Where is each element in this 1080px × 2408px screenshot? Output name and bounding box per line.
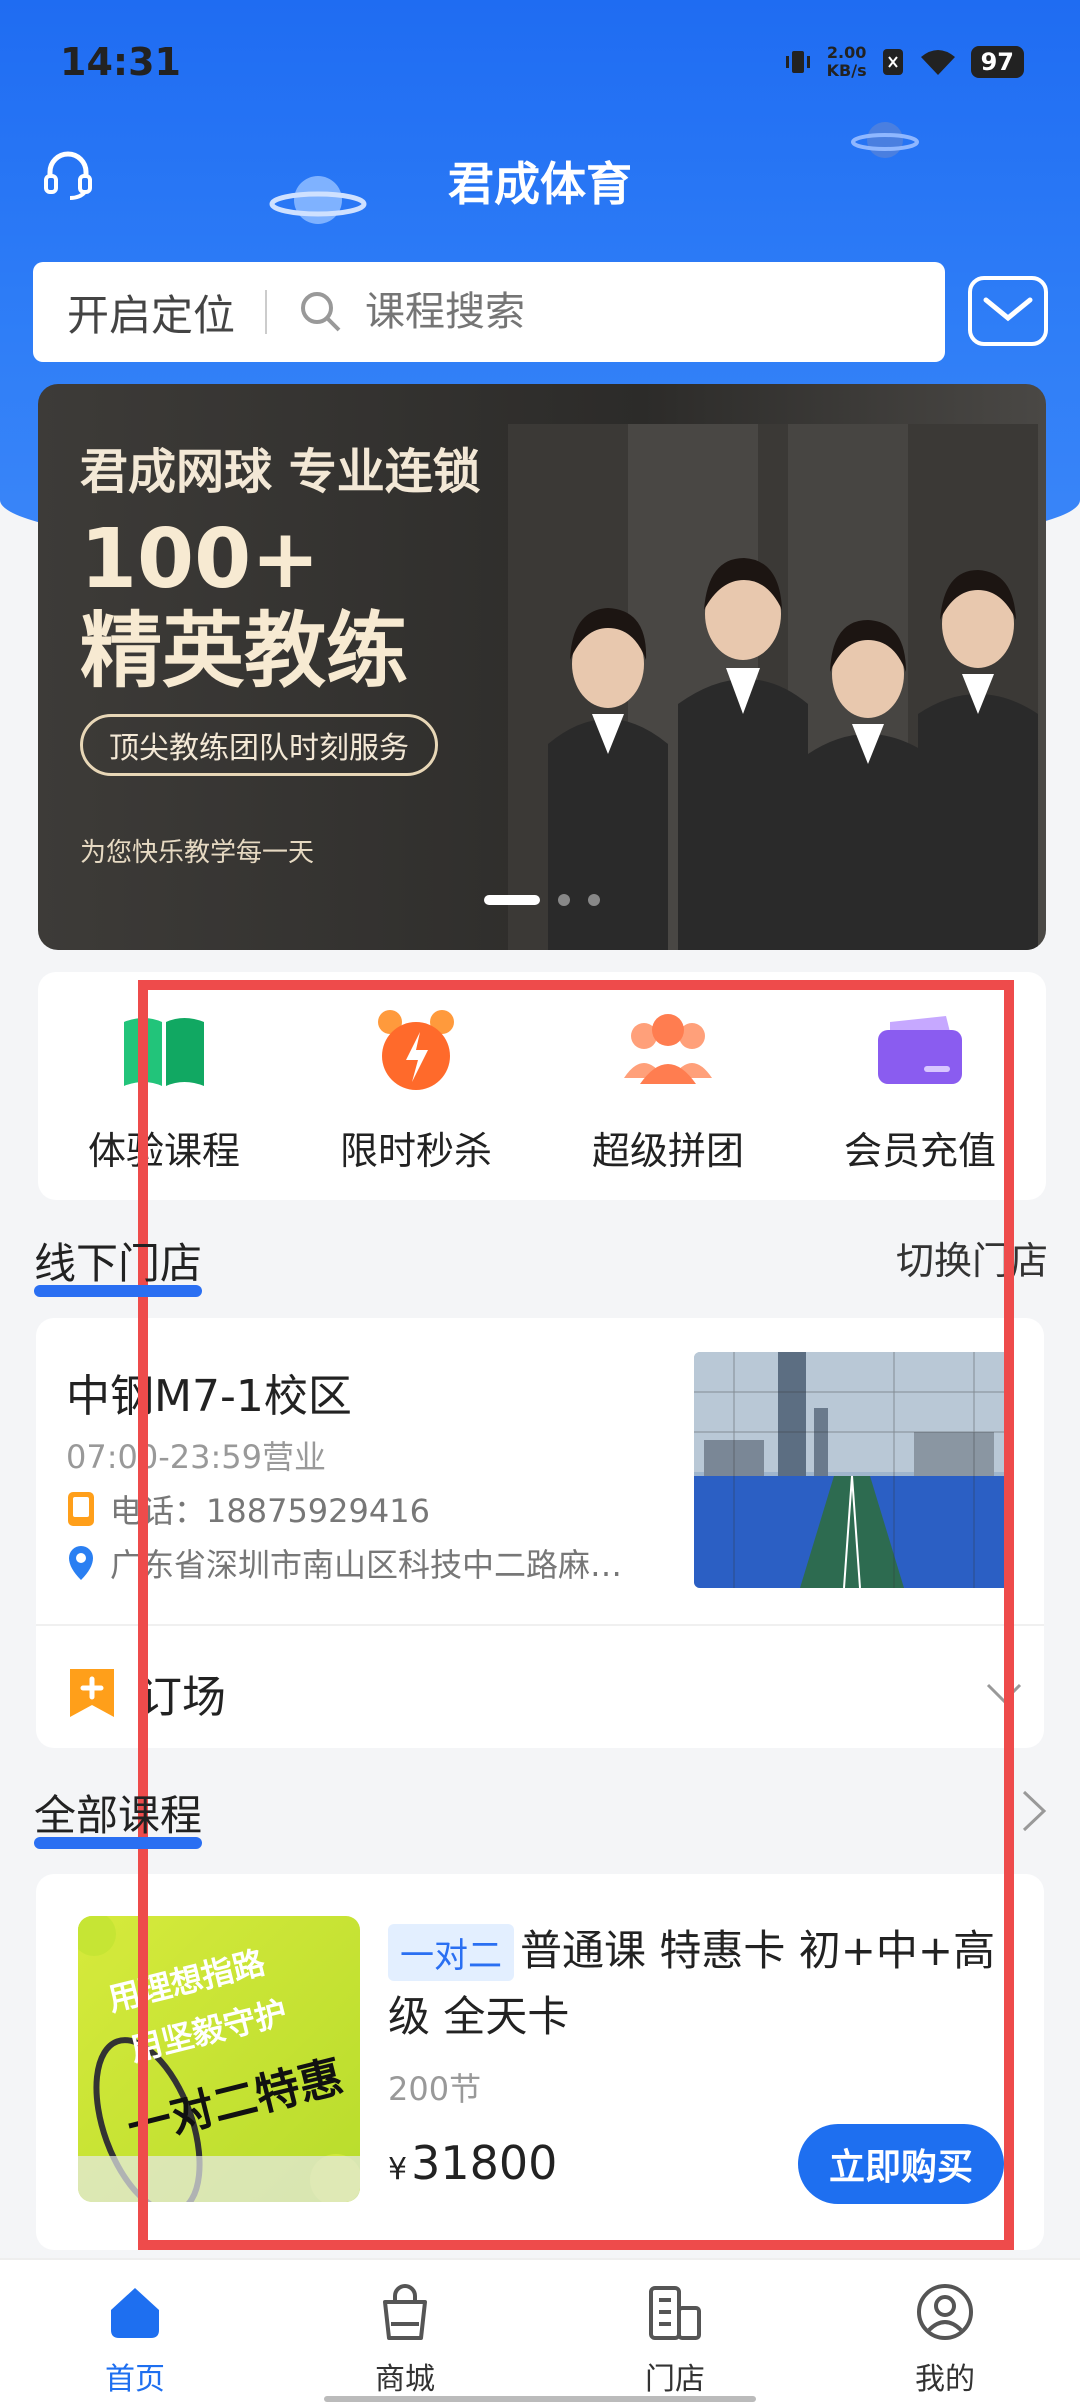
location-button[interactable]: 开启定位: [33, 282, 265, 343]
highlight-box: [138, 980, 1014, 2250]
banner-big-line1: 100+: [80, 512, 320, 607]
tab-label: 我的: [915, 2362, 975, 2397]
net-speed-unit: KB/s: [826, 61, 867, 80]
store-section-header: 线下门店: [34, 1230, 203, 1297]
course-section-title: 全部课程: [34, 1791, 203, 1840]
tab-home[interactable]: 首页: [0, 2260, 270, 2408]
search-input[interactable]: [365, 289, 926, 335]
status-time: 14:31: [60, 40, 181, 84]
store-section-title: 线下门店: [34, 1239, 203, 1288]
booking-icon: [70, 1669, 114, 1717]
mail-icon: [983, 297, 1033, 322]
carousel-dot[interactable]: [558, 894, 570, 906]
location-pin-icon: [69, 1546, 93, 1580]
carousel-dot[interactable]: [484, 895, 540, 905]
tab-store[interactable]: 门店: [540, 2260, 810, 2408]
app-title: 君成体育: [448, 157, 632, 211]
status-icons: 2.00 KB/s 97: [783, 44, 1024, 80]
tab-label: 商城: [375, 2362, 435, 2397]
search-icon: [301, 292, 341, 332]
search-divider: [265, 290, 268, 334]
tab-profile[interactable]: 我的: [810, 2260, 1080, 2408]
tab-label: 首页: [105, 2362, 165, 2397]
net-speed-value: 2.00: [826, 43, 867, 62]
coaches-photo: [508, 424, 1038, 950]
course-section-header: 全部课程: [34, 1782, 203, 1849]
shopping-bag-icon: [383, 2284, 427, 2340]
building-icon: [649, 2286, 701, 2340]
home-indicator[interactable]: [324, 2396, 756, 2402]
message-button[interactable]: [968, 276, 1048, 346]
search-bar: 开启定位: [33, 262, 945, 362]
banner-pill: 顶尖教练团队时刻服务: [80, 714, 438, 776]
banner-headline: 君成网球 专业连锁: [80, 444, 481, 500]
tab-mall[interactable]: 商城: [270, 2260, 540, 2408]
vibrate-icon: [785, 51, 810, 73]
banner-big-text: 100+ 精英教练: [80, 514, 408, 698]
wifi-icon: [920, 50, 955, 75]
carousel-indicator: [38, 894, 1046, 906]
banner-big-line2: 精英教练: [80, 604, 409, 699]
home-icon: [111, 2288, 159, 2338]
net-speed: 2.00 KB/s: [827, 44, 867, 80]
battery-indicator: 97: [970, 46, 1024, 78]
sim-icon: [882, 49, 903, 75]
promo-banner[interactable]: 君成网球 专业连锁 100+ 精英教练 顶尖教练团队时刻服务 为您快乐教学每一天: [38, 384, 1046, 950]
banner-footnote: 为您快乐教学每一天: [80, 838, 315, 868]
tab-label: 门店: [645, 2362, 705, 2397]
carousel-dot[interactable]: [588, 894, 600, 906]
user-icon: [917, 2284, 973, 2340]
bottom-tab-bar: 首页 商城 门店 我的: [0, 2258, 1080, 2408]
phone-icon: [68, 1492, 94, 1526]
chevron-right-icon[interactable]: [1016, 1786, 1052, 1836]
